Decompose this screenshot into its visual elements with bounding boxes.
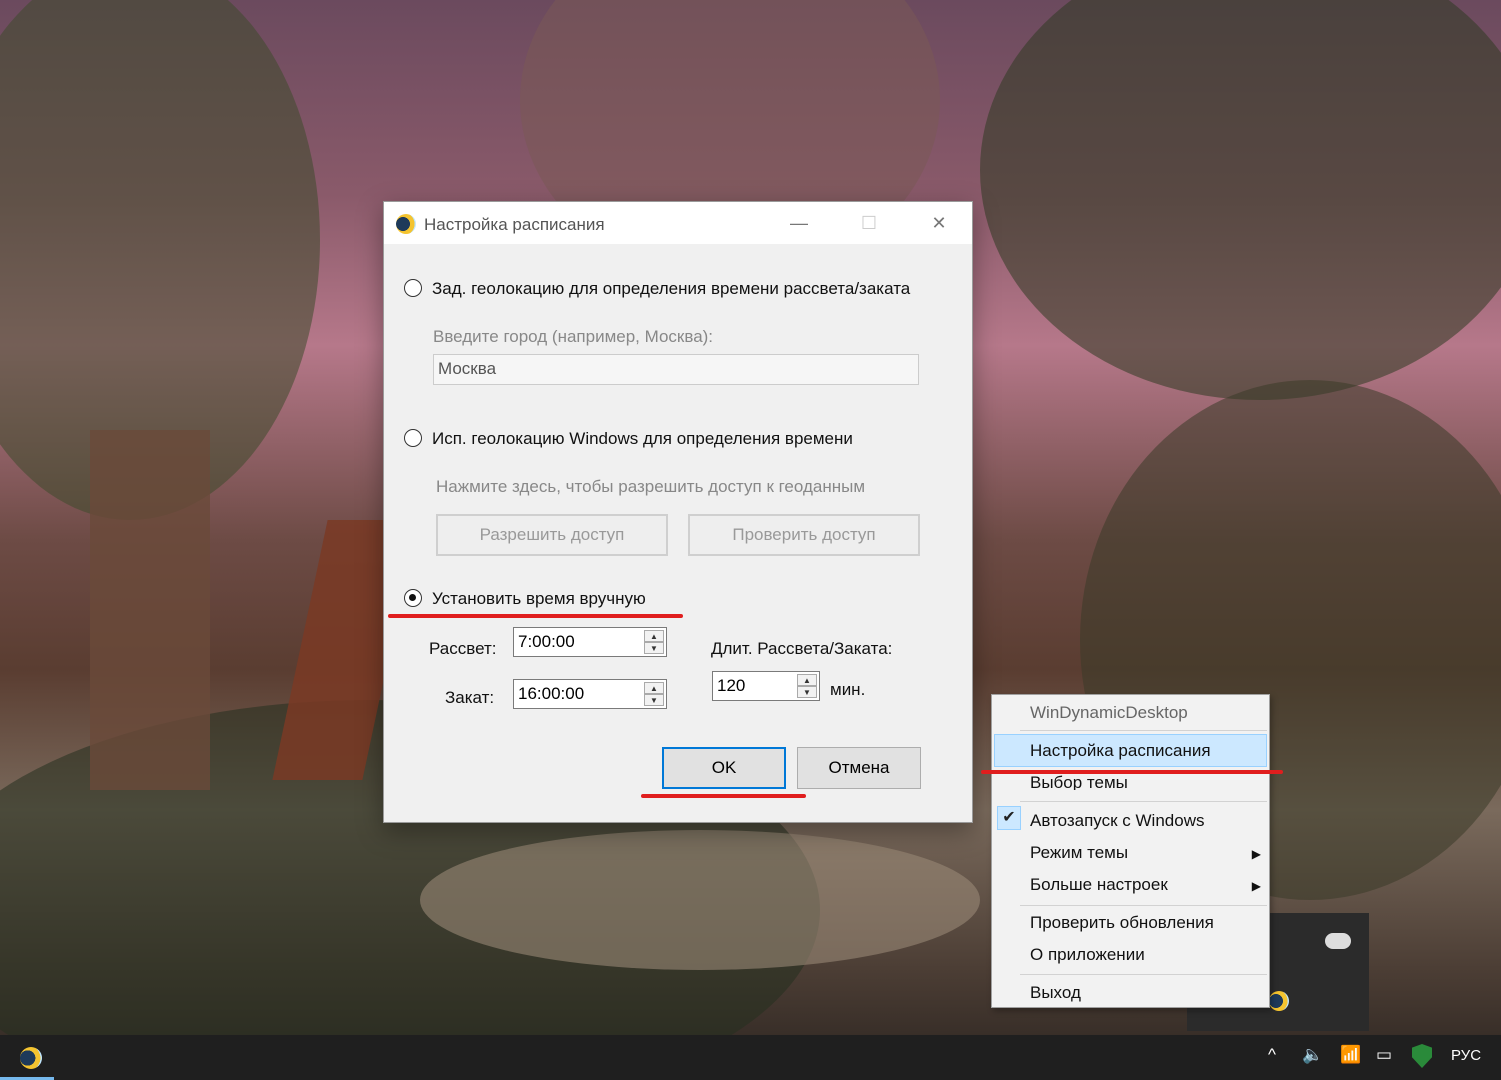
- sunrise-time-picker[interactable]: 7:00:00 ▲ ▼: [513, 627, 667, 657]
- close-button[interactable]: ✕: [924, 211, 954, 235]
- sunrise-spinner[interactable]: ▲ ▼: [644, 630, 664, 654]
- dialog-titlebar[interactable]: Настройка расписания — ☐ ✕: [384, 202, 972, 244]
- duration-value[interactable]: 120: [717, 676, 745, 695]
- menu-item-more-settings[interactable]: Больше настроек: [1030, 875, 1168, 895]
- network-icon[interactable]: 📶: [1340, 1045, 1361, 1065]
- menu-item-select-theme[interactable]: Выбор темы: [1030, 773, 1128, 790]
- menu-header: WinDynamicDesktop: [1030, 703, 1188, 722]
- schedule-settings-dialog: Настройка расписания — ☐ ✕ Зад. геолокац…: [383, 201, 973, 823]
- menu-item-schedule[interactable]: Настройка расписания: [1030, 741, 1211, 761]
- spin-down-icon[interactable]: ▼: [644, 642, 664, 654]
- sunset-label: Закат:: [445, 688, 495, 707]
- dialog-title: Настройка расписания: [424, 215, 605, 234]
- taskbar-app-icon[interactable]: [20, 1047, 42, 1069]
- cancel-button[interactable]: Отмена: [797, 747, 921, 789]
- sunset-spinner[interactable]: ▲ ▼: [644, 682, 664, 706]
- submenu-arrow-icon: ▶: [1251, 879, 1261, 893]
- windows-geo-radio[interactable]: [404, 429, 422, 447]
- windows-geo-hint: Нажмите здесь, чтобы разрешить доступ к …: [436, 477, 866, 496]
- show-hidden-icons-chevron[interactable]: ^: [1268, 1045, 1276, 1065]
- tray-context-menu: WinDynamicDesktop Настройка расписания В…: [991, 694, 1270, 1008]
- spin-up-icon[interactable]: ▲: [797, 674, 817, 686]
- sunrise-label: Рассвет:: [429, 639, 497, 658]
- maximize-button[interactable]: ☐: [854, 211, 884, 235]
- spin-down-icon[interactable]: ▼: [797, 686, 817, 698]
- spin-up-icon[interactable]: ▲: [644, 630, 664, 642]
- menu-item-check-updates[interactable]: Проверить обновления: [1030, 913, 1214, 933]
- windows-geo-label[interactable]: Исп. геолокацию Windows для определения …: [432, 429, 853, 449]
- menu-separator: [1020, 905, 1267, 906]
- checkmark-icon: ✔: [997, 806, 1021, 830]
- check-access-button[interactable]: Проверить доступ: [688, 514, 920, 556]
- duration-input[interactable]: 120 ▲ ▼: [712, 671, 820, 701]
- volume-icon[interactable]: 🔈: [1302, 1045, 1323, 1065]
- city-input[interactable]: Москва: [433, 354, 919, 385]
- menu-separator: [1020, 730, 1267, 731]
- app-logo-icon: [396, 214, 416, 234]
- menu-separator: [1020, 974, 1267, 975]
- annotation-underline-manual: [388, 614, 683, 618]
- sunset-value[interactable]: 16:00:00: [518, 684, 584, 703]
- spin-down-icon[interactable]: ▼: [644, 694, 664, 706]
- menu-item-autostart[interactable]: Автозапуск с Windows: [1030, 811, 1204, 831]
- spin-up-icon[interactable]: ▲: [644, 682, 664, 694]
- menu-item-exit[interactable]: Выход: [1030, 983, 1081, 1003]
- ok-button[interactable]: OK: [662, 747, 786, 789]
- annotation-underline-ok: [641, 794, 806, 798]
- city-prompt: Введите город (например, Москва):: [433, 327, 714, 346]
- annotation-underline-menu: [981, 770, 1283, 774]
- grant-access-button[interactable]: Разрешить доступ: [436, 514, 668, 556]
- manual-time-label[interactable]: Установить время вручную: [432, 589, 646, 609]
- submenu-arrow-icon: ▶: [1251, 847, 1261, 861]
- geo-city-label[interactable]: Зад. геолокацию для определения времени …: [432, 279, 910, 299]
- duration-label: Длит. Рассвета/Заката:: [711, 639, 893, 658]
- manual-time-radio[interactable]: [404, 589, 422, 607]
- language-indicator[interactable]: РУС: [1451, 1047, 1481, 1064]
- battery-icon[interactable]: ▭: [1376, 1045, 1392, 1065]
- menu-item-about[interactable]: О приложении: [1030, 945, 1145, 965]
- totem-pole: [90, 430, 210, 790]
- menu-separator: [1020, 801, 1267, 802]
- minimize-button[interactable]: —: [784, 211, 814, 235]
- duration-unit: мин.: [830, 680, 866, 699]
- duration-spinner[interactable]: ▲ ▼: [797, 674, 817, 698]
- geo-city-radio[interactable]: [404, 279, 422, 297]
- sunrise-value[interactable]: 7:00:00: [518, 632, 575, 651]
- wallpaper-tree: [980, 0, 1501, 400]
- menu-item-theme-mode[interactable]: Режим темы: [1030, 843, 1128, 863]
- dirt-path: [420, 830, 980, 970]
- cloud-icon[interactable]: [1325, 933, 1351, 949]
- sunset-time-picker[interactable]: 16:00:00 ▲ ▼: [513, 679, 667, 709]
- app-tray-icon[interactable]: [1269, 991, 1289, 1011]
- taskbar: ^ 🔈 📶 ▭ РУС: [0, 1035, 1501, 1080]
- security-shield-icon[interactable]: [1412, 1044, 1432, 1068]
